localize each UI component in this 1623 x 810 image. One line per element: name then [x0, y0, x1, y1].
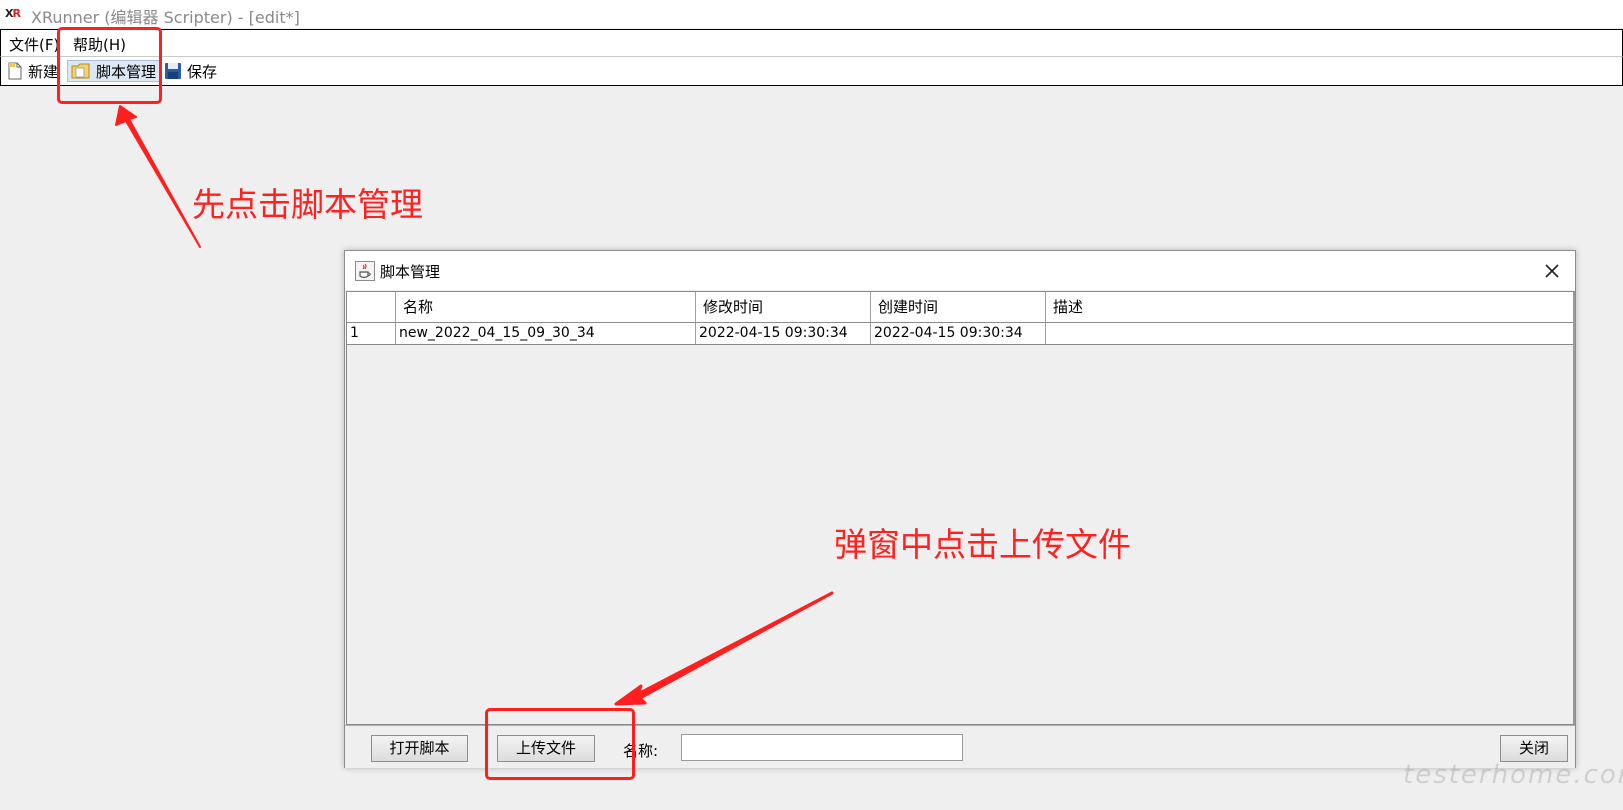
annotation-step2-text: 弹窗中点击上传文件 [834, 525, 1131, 564]
watermark: testerhome.com [1403, 760, 1623, 790]
arrow-to-script-manager [115, 105, 201, 248]
arrow-to-upload-file [614, 591, 834, 706]
annotation-step1-text: 先点击脚本管理 [192, 185, 423, 224]
annotation-arrows [115, 105, 834, 706]
